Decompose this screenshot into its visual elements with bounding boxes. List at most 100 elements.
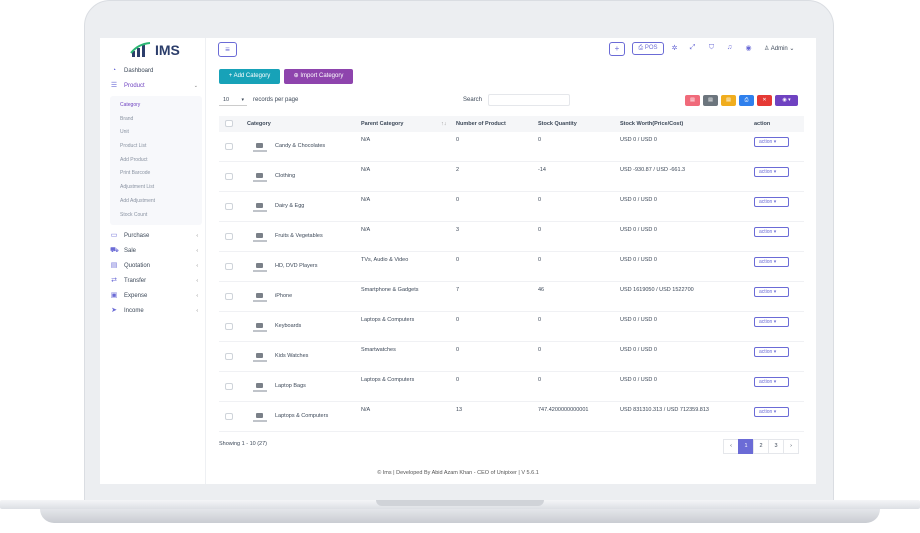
search-label: Search xyxy=(463,97,483,103)
action-dropdown-button[interactable]: action ▾ xyxy=(754,227,789,237)
pos-button[interactable]: ⎙ POS xyxy=(632,42,664,55)
submenu-item-add-adjustment[interactable]: Add Adjustment xyxy=(110,195,202,209)
category-name: Laptop Bags xyxy=(275,383,306,389)
chevron-left-icon: ‹ xyxy=(196,247,198,254)
select-all-checkbox[interactable] xyxy=(225,120,233,127)
delete-button[interactable]: ✕ xyxy=(757,95,772,106)
menu-toggle-button[interactable]: ≡ xyxy=(218,42,237,57)
submenu-item-stock-count[interactable]: Stock Count xyxy=(110,209,202,223)
category-name: iPhone xyxy=(275,293,293,299)
stock-quantity: 747.4200000000001 xyxy=(538,407,589,413)
laptop-base-bottom xyxy=(40,509,880,523)
page-button-1[interactable]: 1 xyxy=(738,439,754,454)
user-menu[interactable]: ♙ Admin ⌄ xyxy=(764,45,794,52)
stock-quantity: 46 xyxy=(538,287,545,293)
row-checkbox[interactable] xyxy=(225,173,233,180)
sort-icon[interactable]: ↑↓ xyxy=(441,121,447,127)
settings-icon[interactable]: ✲ xyxy=(670,44,679,52)
table-row: Kids Watches Smartwatches 0 0 USD 0 / USD 0 a… xyxy=(219,342,804,372)
caret-down-icon: ▾ xyxy=(773,169,777,175)
prev-page-button[interactable]: ‹ xyxy=(723,439,739,454)
row-checkbox[interactable] xyxy=(225,383,233,390)
column-header-parent-category[interactable]: Parent Category xyxy=(361,121,404,127)
page-length-select[interactable]: 10 ▾ xyxy=(219,95,247,106)
category-image xyxy=(253,233,267,244)
sidebar-item-purchase[interactable]: ▭ Purchase ‹ xyxy=(110,228,202,243)
sidebar-item-label: Expense xyxy=(124,292,148,299)
quick-add-button[interactable]: + xyxy=(609,42,625,56)
page-button-3[interactable]: 3 xyxy=(768,439,784,454)
product-icon: ☰ xyxy=(110,81,118,89)
parent-category: TVs, Audio & Video xyxy=(361,257,409,263)
submenu-item-brand[interactable]: Brand xyxy=(110,113,202,127)
submenu-item-print-barcode[interactable]: Print Barcode xyxy=(110,167,202,181)
category-image xyxy=(253,203,267,214)
column-visibility-button[interactable]: ◉ ▾ xyxy=(775,95,798,106)
csv-export-button[interactable]: ▤ xyxy=(703,95,718,106)
row-checkbox[interactable] xyxy=(225,233,233,240)
action-dropdown-button[interactable]: action ▾ xyxy=(754,197,789,207)
submenu-item-category[interactable]: Category xyxy=(110,99,202,113)
row-checkbox[interactable] xyxy=(225,353,233,360)
eye-icon[interactable]: ◉ xyxy=(744,44,753,52)
action-dropdown-button[interactable]: action ▾ xyxy=(754,317,789,327)
basket-icon[interactable]: ⛉ xyxy=(707,44,716,52)
submenu-item-unit[interactable]: Unit xyxy=(110,126,202,140)
submenu-item-add-product[interactable]: Add Product xyxy=(110,154,202,168)
column-header-category[interactable]: Category xyxy=(247,121,271,127)
chevron-down-icon: ⌄ xyxy=(193,82,198,89)
excel-export-button[interactable]: ▤ xyxy=(721,95,736,106)
row-checkbox[interactable] xyxy=(225,413,233,420)
footer-text: © Ims | Developed By Abid Azam Khan - CE… xyxy=(377,470,539,476)
logo[interactable]: IMS xyxy=(130,42,180,58)
action-dropdown-button[interactable]: action ▾ xyxy=(754,257,789,267)
row-checkbox[interactable] xyxy=(225,203,233,210)
action-dropdown-button[interactable]: action ▾ xyxy=(754,167,789,177)
fullscreen-icon[interactable]: ⤢ xyxy=(688,44,697,52)
submenu-item-adjustment-list[interactable]: Adjustment List xyxy=(110,181,202,195)
sidebar-item-dashboard[interactable]: ◔ Dashboard xyxy=(110,63,202,78)
stock-worth: USD 0 / USD 0 xyxy=(620,347,657,353)
action-dropdown-button[interactable]: action ▾ xyxy=(754,407,789,417)
stock-quantity: 0 xyxy=(538,377,542,383)
sidebar-item-income[interactable]: ➤ Income ‹ xyxy=(110,303,202,318)
next-page-button[interactable]: › xyxy=(783,439,799,454)
bell-icon[interactable]: ♫ xyxy=(725,44,734,51)
pdf-export-button[interactable]: ▤ xyxy=(685,95,700,106)
action-dropdown-button[interactable]: action ▾ xyxy=(754,137,789,147)
caret-down-icon: ▾ xyxy=(773,199,777,205)
category-image xyxy=(253,383,267,394)
sidebar-item-expense[interactable]: ▣ Expense ‹ xyxy=(110,288,202,303)
stock-worth: USD 0 / USD 0 xyxy=(620,137,657,143)
action-dropdown-button[interactable]: action ▾ xyxy=(754,287,789,297)
column-header-stock-worth[interactable]: Stock Worth(Price/Cost) xyxy=(620,121,683,127)
page-button-2[interactable]: 2 xyxy=(753,439,769,454)
action-dropdown-button[interactable]: action ▾ xyxy=(754,347,789,357)
column-header-stock-quantity[interactable]: Stock Quantity xyxy=(538,121,577,127)
stock-quantity: 0 xyxy=(538,137,542,143)
category-name: Keyboards xyxy=(275,323,302,329)
sidebar-item-quotation[interactable]: ▤ Quotation ‹ xyxy=(110,258,202,273)
row-checkbox[interactable] xyxy=(225,323,233,330)
sidebar-item-product[interactable]: ☰ Product ⌄ xyxy=(110,78,202,93)
import-category-button[interactable]: ⊕ Import Category xyxy=(284,69,353,84)
search-input[interactable] xyxy=(488,94,570,106)
chevron-left-icon: ‹ xyxy=(196,262,198,269)
sidebar-item-sale[interactable]: ⛟ Sale ‹ xyxy=(110,243,202,258)
row-checkbox[interactable] xyxy=(225,293,233,300)
sidebar-item-transfer[interactable]: ⇄ Transfer ‹ xyxy=(110,273,202,288)
submenu-item-product-list[interactable]: Product List xyxy=(110,140,202,154)
sidebar-item-label: Purchase xyxy=(124,232,150,239)
caret-down-icon: ▾ xyxy=(773,139,777,145)
action-dropdown-button[interactable]: action ▾ xyxy=(754,377,789,387)
page-length-control: 10 ▾ records per page xyxy=(219,94,298,106)
print-button[interactable]: ⎙ xyxy=(739,95,754,106)
parent-category: N/A xyxy=(361,407,371,413)
table-body: Candy & Chocolates N/A 0 0 USD 0 / USD 0 acti… xyxy=(219,132,804,432)
category-image xyxy=(253,353,267,364)
row-checkbox[interactable] xyxy=(225,143,233,150)
chevron-left-icon: ‹ xyxy=(196,277,198,284)
column-header-number-of-product[interactable]: Number of Product xyxy=(456,121,506,127)
row-checkbox[interactable] xyxy=(225,263,233,270)
add-category-button[interactable]: + Add Category xyxy=(219,69,280,84)
